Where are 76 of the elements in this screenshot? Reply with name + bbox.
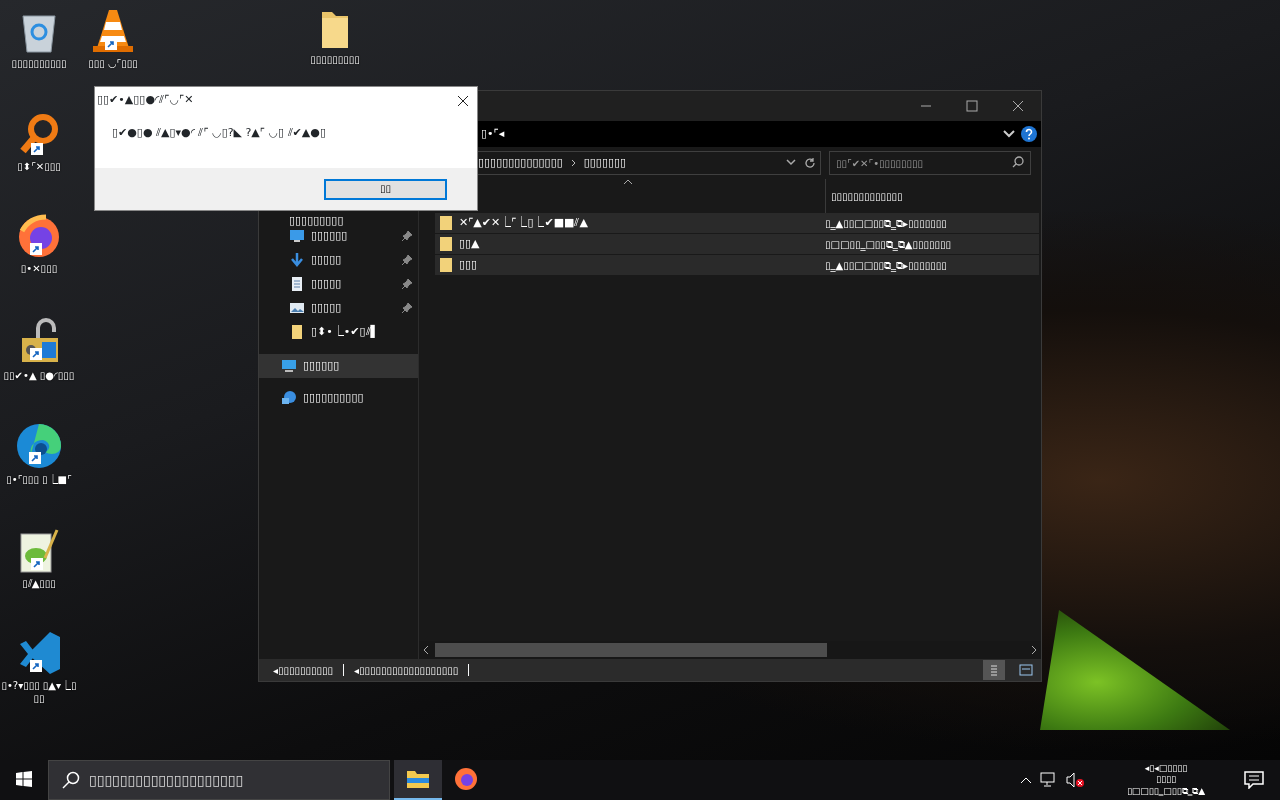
shortcut-arrow-icon <box>30 243 42 255</box>
shortcut-arrow-icon <box>29 452 41 464</box>
date-modified: ▯□□▯▯‗□▯▯⧉‗⧉▲▯▯▯▯▯▯▯ <box>825 237 953 252</box>
file-name: ▯▯▯ <box>459 256 478 273</box>
maximize-icon <box>966 100 978 112</box>
firefox-icon <box>454 767 478 791</box>
nav-item[interactable]: ▯▯▯▯▯ <box>259 272 418 296</box>
folder-icon <box>439 235 453 253</box>
windows-logo-icon <box>16 771 32 787</box>
clock-text[interactable]: ▯▯▯▯ <box>1096 774 1236 786</box>
breadcrumb-item[interactable]: ▯▯▯▯▯▯▯▯▯▯▯▯▯▯ <box>478 154 563 172</box>
shortcut-arrow-icon <box>30 660 42 672</box>
date-modified: ▯‗▲▯▯□□▯▯⧉‗⧉▸▯▯▯▯▯▯▯ <box>825 258 948 273</box>
network-icon <box>281 389 297 407</box>
file-row[interactable]: ▯▯▯ ▯‗▲▯▯□□▯▯⧉‗⧉▸▯▯▯▯▯▯▯ <box>435 255 1039 275</box>
network-monitor-icon[interactable] <box>1040 771 1058 788</box>
download-icon <box>289 251 305 269</box>
browser-swirl-icon[interactable] <box>15 422 63 470</box>
shortcut-arrow-icon <box>31 558 43 570</box>
ok-button[interactable]: ▯▯ <box>324 178 447 200</box>
clock-text[interactable]: ▯□□▯▯‗□▯▯⧉‗⧉▲ <box>1096 785 1236 797</box>
clock-text[interactable]: ◂▯◂□▯▯▯▯ <box>1096 763 1236 775</box>
scrollbar-thumb[interactable] <box>435 643 827 657</box>
folder-icon <box>439 214 453 232</box>
close-icon <box>1012 100 1024 112</box>
folder-icon <box>289 323 305 341</box>
chevron-up-icon[interactable] <box>1020 775 1032 784</box>
status-text: ◂▯▯▯▯▯▯▯▯▯▯▯▯▯▯▯▯▯▯ <box>354 663 459 678</box>
desktop-icon-label[interactable]: ▯⫽▲▯▯▯ <box>22 578 56 591</box>
search-icon <box>62 771 80 789</box>
dialog-message: ▯✔●▯● ⫽▲▯▾●◜ ⫽⌜ ◡▯?◣ ?▲⌜ ◡▯ ⫽✔▲●▯ <box>111 125 327 141</box>
computer-icon <box>281 357 297 375</box>
desktop-icon-label[interactable]: ▯▯▯▯▯▯▯▯▯ <box>310 54 360 67</box>
file-row[interactable]: ✕⌜▲✔✕⎿⌜⎿▯⎿✔■■⫽▲ ▯‗▲▯▯□□▯▯⧉‗⧉▸▯▯▯▯▯▯▯ <box>435 213 1039 233</box>
status-text: ◂▯▯▯▯▯▯▯▯▯▯ <box>273 663 334 678</box>
ribbon-tab[interactable]: ▯•⌜◂ <box>481 125 505 143</box>
firefox-icon[interactable] <box>16 213 62 259</box>
desktop-icon <box>289 227 305 245</box>
taskbar-app-button[interactable] <box>394 760 442 800</box>
notepad-chameleon-icon[interactable] <box>17 528 61 574</box>
notification-icon[interactable] <box>1244 771 1264 789</box>
file-explorer-icon <box>406 769 430 789</box>
tiles-view-icon <box>1019 664 1033 676</box>
desktop-icon-label[interactable]: ▯•⌜▯▯▯ ▯⎿■⌜ <box>6 474 72 487</box>
nav-item[interactable]: ▯▯▯▯▯ <box>259 296 418 320</box>
search-field[interactable]: ▯▯⌜✔✕⌜•▯▯▯▯▯▯▯▯ <box>829 151 1031 175</box>
nav-item[interactable]: ▯▯▯▯▯▯▯▯▯▯ <box>259 386 418 410</box>
nav-item[interactable]: ▯▯▯▯▯▯ <box>259 354 418 378</box>
desktop-icon-label[interactable]: ▯▯▯ ◡⌜▯▯▯ <box>88 58 138 71</box>
dialog-title: ▯▯✔•▲▯▯●◜⫽⌜◡⌜✕ <box>97 91 195 108</box>
details-view-button[interactable] <box>983 660 1005 680</box>
shortcut-arrow-icon <box>30 348 42 360</box>
shortcut-arrow-icon <box>105 38 117 50</box>
desktop-icon-label[interactable]: ▯▯✔•▲ ▯●◜▯▯▯ <box>3 370 75 383</box>
search-icon <box>1012 156 1024 168</box>
file-name: ▯▯▲ <box>459 235 480 252</box>
nav-item[interactable]: ▯▯▯▯▯ <box>259 248 418 272</box>
taskbar-search-field[interactable]: ▯▯▯▯▯▯▯▯▯▯▯▯▯▯▯▯▯▯▯▯ <box>48 760 390 800</box>
folder-icon[interactable] <box>320 10 350 50</box>
desktop-icon-label[interactable]: ▯•?▾▯▯▯ ▯▲▾⎿▯▯▯ <box>0 680 78 705</box>
folder-icon <box>439 256 453 274</box>
sort-caret-icon[interactable] <box>623 179 633 185</box>
document-icon <box>289 275 305 293</box>
desktop-icon-label[interactable]: ▯▯▯▯▯▯▯▯▯▯ <box>11 58 67 71</box>
date-modified: ▯‗▲▯▯□□▯▯⧉‗⧉▸▯▯▯▯▯▯▯ <box>825 216 948 231</box>
details-view-icon <box>990 664 998 676</box>
file-row[interactable]: ▯▯▲ ▯□□▯▯‗□▯▯⧉‗⧉▲▯▯▯▯▯▯▯ <box>435 234 1039 254</box>
shortcut-arrow-icon <box>31 143 43 155</box>
desktop-icon-label[interactable]: ▯⬍⌜✕▯▯▯ <box>17 161 61 174</box>
file-name: ✕⌜▲✔✕⎿⌜⎿▯⎿✔■■⫽▲ <box>459 214 588 231</box>
nav-item[interactable]: ▯▯▯▯▯▯▯▯▯ <box>259 214 418 226</box>
breadcrumb-item[interactable]: ▯▯▯▯▯▯▯ <box>583 154 627 172</box>
help-icon[interactable] <box>1021 125 1037 143</box>
desktop-icon-label[interactable]: ▯•✕▯▯▯ <box>20 263 58 276</box>
nav-item[interactable]: ▯⬍•⎿•✔▯⫽▌ <box>259 320 418 344</box>
speaker-muted-icon[interactable] <box>1066 771 1084 788</box>
